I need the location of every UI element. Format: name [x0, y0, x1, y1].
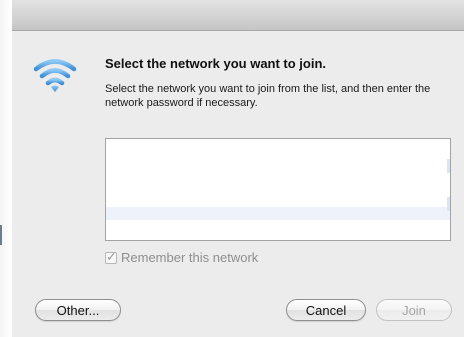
background-window-edge: [0, 0, 12, 337]
join-network-dialog: Select the network you want to join. Sel…: [12, 0, 464, 337]
remember-network-label: Remember this network: [121, 250, 259, 265]
cancel-button[interactable]: Cancel: [286, 299, 366, 321]
check-icon: ✓: [106, 248, 117, 264]
background-window-strip: [0, 225, 2, 245]
network-list[interactable]: [105, 138, 451, 241]
remember-network-option: ✓ Remember this network: [105, 248, 259, 265]
other-button[interactable]: Other...: [35, 299, 121, 321]
list-scroll-indicator: [447, 159, 450, 173]
wifi-icon: [33, 59, 77, 92]
dialog-titlebar[interactable]: [12, 0, 464, 31]
screen: Select the network you want to join. Sel…: [0, 0, 464, 337]
dialog-body-text: Select the network you want to join from…: [105, 83, 431, 109]
remember-network-checkbox: ✓: [105, 248, 117, 264]
list-scroll-indicator: [447, 197, 450, 211]
dialog-headline: Select the network you want to join.: [105, 56, 327, 71]
join-button: Join: [376, 299, 452, 321]
network-list-row[interactable]: [106, 207, 450, 220]
